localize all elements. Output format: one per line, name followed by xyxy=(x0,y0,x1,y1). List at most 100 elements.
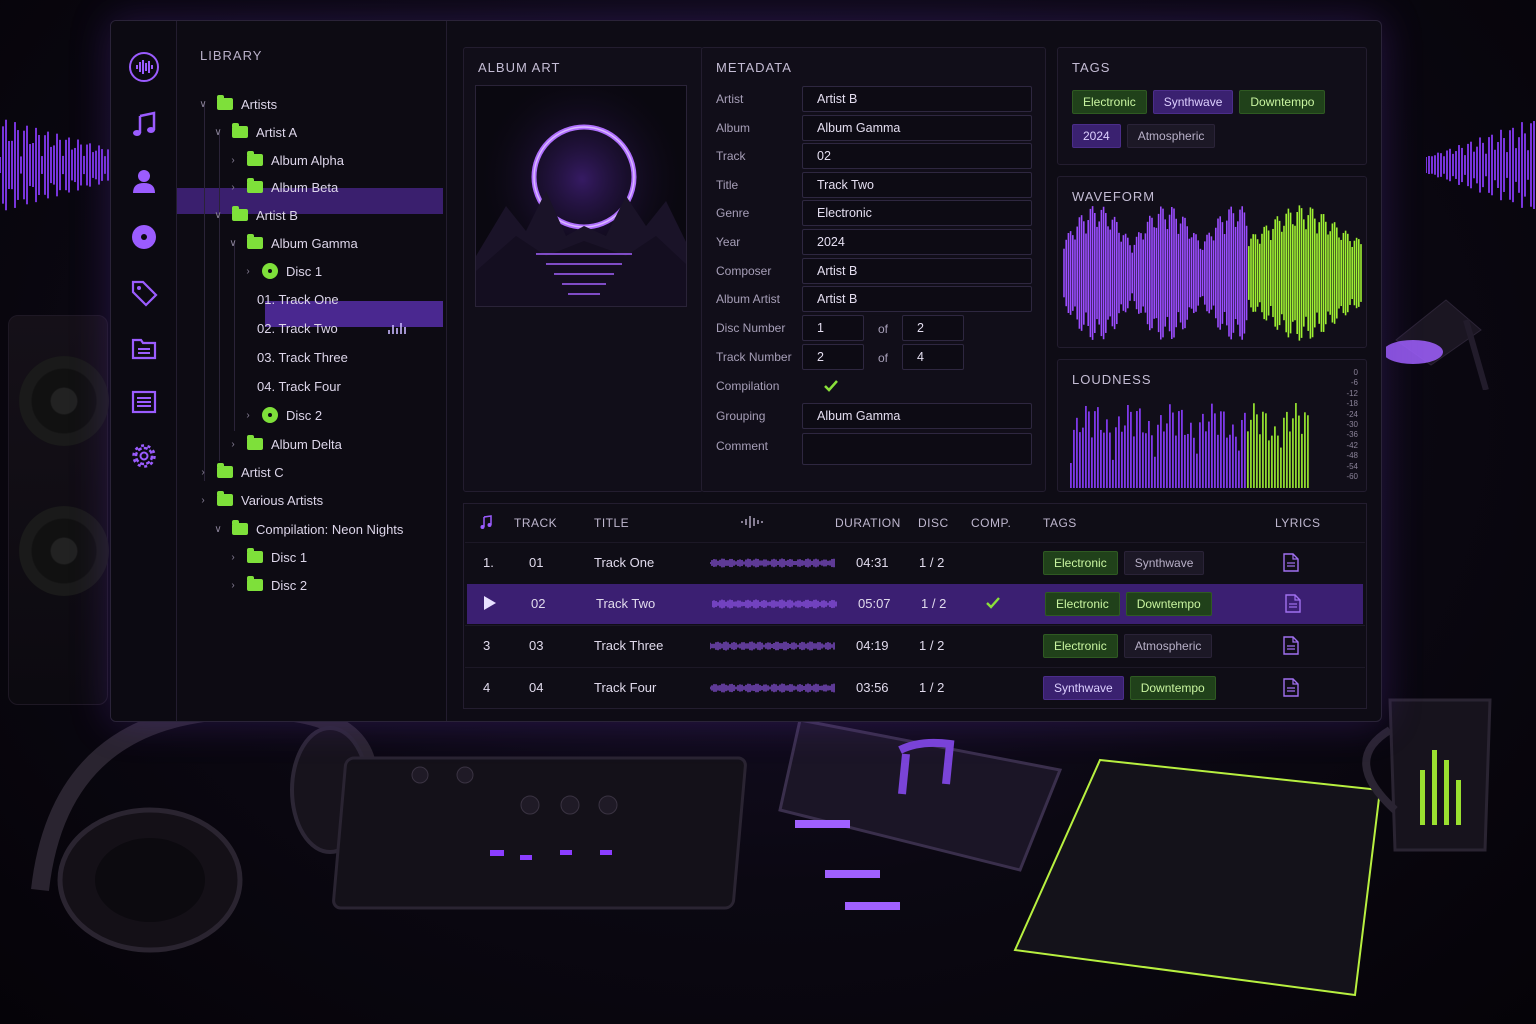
metadata-field[interactable]: Electronic xyxy=(802,200,1032,227)
chevron-right-icon[interactable]: › xyxy=(242,410,254,421)
tree-node[interactable]: ∨ Artists xyxy=(197,91,277,117)
tag-chip[interactable]: Electronic xyxy=(1072,90,1147,114)
tag-chip[interactable]: 2024 xyxy=(1072,124,1121,148)
metadata-field[interactable]: 2024 xyxy=(802,229,1032,255)
gear-icon[interactable] xyxy=(128,440,160,472)
compilation-checkbox[interactable] xyxy=(822,377,840,395)
music-note-icon[interactable] xyxy=(128,109,160,141)
chevron-down-icon[interactable]: ∨ xyxy=(212,210,224,221)
tag-chip[interactable]: Synthwave xyxy=(1152,90,1234,114)
tree-node[interactable]: › Artist C xyxy=(197,459,284,485)
list-icon[interactable] xyxy=(128,386,160,418)
loudness-scale-tick: -54 xyxy=(1346,461,1358,471)
lyrics-document-icon[interactable] xyxy=(1285,593,1301,613)
track-total-field[interactable]: 4 xyxy=(902,344,964,370)
waveform-icon[interactable] xyxy=(128,51,160,83)
row-index: 1. xyxy=(483,555,494,570)
disc-number-field[interactable]: 1 xyxy=(802,315,864,341)
tree-node[interactable]: ∨ Compilation: Neon Nights xyxy=(212,516,403,542)
tree-node[interactable]: 03. Track Three xyxy=(257,344,348,370)
tree-node[interactable]: › Disc 2 xyxy=(242,402,322,428)
row-tag-chip[interactable]: Synthwave xyxy=(1123,551,1205,575)
table-row[interactable]: 4 04 Track Four 03:56 1 / 2 Synthwave Downtemp… xyxy=(465,666,1365,707)
table-row[interactable]: 02 Track Two 05:07 1 / 2 Electronic Downtempo xyxy=(467,583,1363,624)
music-note-icon xyxy=(480,515,492,529)
table-row[interactable]: 1. 01 Track One 04:31 1 / 2 Electronic Synthwa… xyxy=(465,542,1365,582)
cell-duration: 04:31 xyxy=(856,555,889,570)
row-tag-chip[interactable]: Downtempo xyxy=(1129,675,1216,700)
tag-icon[interactable] xyxy=(128,277,160,309)
row-tag-chip[interactable]: Downtempo xyxy=(1125,591,1212,616)
tree-node[interactable]: 01. Track One xyxy=(257,286,339,312)
cell-track: 02 xyxy=(531,595,546,611)
metadata-field[interactable]: Artist B xyxy=(802,86,1032,112)
row-tag-chip[interactable]: Electronic xyxy=(1045,591,1120,616)
disc-icon[interactable] xyxy=(128,221,160,253)
lyrics-document-icon[interactable] xyxy=(1283,636,1299,655)
metadata-label: Album xyxy=(716,120,751,135)
col-comp[interactable]: COMP. xyxy=(971,516,1011,530)
chevron-down-icon[interactable]: ∨ xyxy=(212,524,224,535)
chevron-right-icon[interactable]: › xyxy=(197,467,209,478)
col-track[interactable]: TRACK xyxy=(514,516,557,530)
metadata-field[interactable]: Artist B xyxy=(802,286,1032,313)
chevron-right-icon[interactable]: › xyxy=(227,439,239,450)
grouping-field[interactable]: Album Gamma xyxy=(802,403,1032,429)
tree-node[interactable]: › Album Beta xyxy=(227,174,338,200)
tree-node[interactable]: › Album Alpha xyxy=(227,147,344,173)
tree-node[interactable]: › Album Delta xyxy=(227,431,342,457)
col-lyrics[interactable]: LYRICS xyxy=(1275,516,1320,530)
tree-node[interactable]: 02. Track Two xyxy=(257,315,406,341)
col-duration[interactable]: DURATION xyxy=(835,516,901,530)
cell-title: Track Four xyxy=(594,679,657,695)
chevron-right-icon[interactable]: › xyxy=(227,155,239,166)
metadata-label: Track xyxy=(716,149,746,164)
comment-field[interactable] xyxy=(802,433,1032,465)
chevron-right-icon[interactable]: › xyxy=(197,495,209,506)
desk-lamp-decoration xyxy=(1386,299,1489,390)
row-tag-chip[interactable]: Electronic xyxy=(1043,634,1118,658)
metadata-field[interactable]: Album Gamma xyxy=(802,114,1032,141)
tag-chip[interactable]: Atmospheric xyxy=(1126,124,1216,148)
tree-node[interactable]: › Various Artists xyxy=(197,487,323,513)
metadata-panel: METADATA Artist Artist B Album Album Gamma T… xyxy=(701,47,1046,492)
tree-node[interactable]: ∨ Artist A xyxy=(212,119,297,145)
waveform-display[interactable] xyxy=(1062,203,1364,343)
chevron-right-icon[interactable]: › xyxy=(227,182,239,193)
col-title[interactable]: TITLE xyxy=(594,516,629,530)
play-icon[interactable] xyxy=(483,595,497,614)
chevron-down-icon[interactable]: ∨ xyxy=(197,99,209,110)
tree-node[interactable]: › Disc 1 xyxy=(227,544,307,570)
tree-node[interactable]: › Disc 2 xyxy=(227,572,307,598)
row-tag-chip[interactable]: Synthwave xyxy=(1043,675,1124,700)
chevron-right-icon[interactable]: › xyxy=(227,580,239,591)
lyrics-document-icon[interactable] xyxy=(1283,677,1299,697)
user-icon[interactable] xyxy=(128,165,160,197)
tree-node[interactable]: ∨ Album Gamma xyxy=(227,230,358,256)
tree-node[interactable]: ∨ Artist B xyxy=(212,202,298,228)
chevron-down-icon[interactable]: ∨ xyxy=(212,127,224,138)
disc-total-field[interactable]: 2 xyxy=(902,315,964,341)
col-tags[interactable]: TAGS xyxy=(1043,516,1077,530)
col-disc[interactable]: DISC xyxy=(918,516,949,530)
album-art-image[interactable] xyxy=(475,85,687,307)
metadata-field[interactable]: 02 xyxy=(802,143,1032,170)
tag-chip[interactable]: Downtempo xyxy=(1239,90,1326,114)
table-row[interactable]: 3 03 Track Three 04:19 1 / 2 Electronic Atmosp… xyxy=(465,625,1365,665)
tree-node[interactable]: 04. Track Four xyxy=(257,373,341,399)
cell-disc: 1 / 2 xyxy=(919,679,945,695)
lyrics-document-icon[interactable] xyxy=(1283,553,1299,572)
metadata-field[interactable]: Track Two xyxy=(802,171,1032,198)
chevron-right-icon[interactable]: › xyxy=(227,552,239,563)
chevron-down-icon[interactable]: ∨ xyxy=(227,238,239,249)
folder-icon xyxy=(247,151,263,166)
tree-node[interactable]: › Disc 1 xyxy=(242,258,322,284)
row-tag-chip[interactable]: Electronic xyxy=(1043,551,1118,575)
chevron-right-icon[interactable]: › xyxy=(242,266,254,277)
metadata-title: METADATA xyxy=(716,60,792,75)
row-tag-chip[interactable]: Atmospheric xyxy=(1123,634,1213,658)
track-number-field[interactable]: 2 xyxy=(802,344,864,370)
tags-panel: TAGS Electronic Synthwave Downtempo 2024 Atm… xyxy=(1057,47,1367,165)
metadata-field[interactable]: Artist B xyxy=(802,257,1032,284)
folder-icon[interactable] xyxy=(128,332,160,364)
